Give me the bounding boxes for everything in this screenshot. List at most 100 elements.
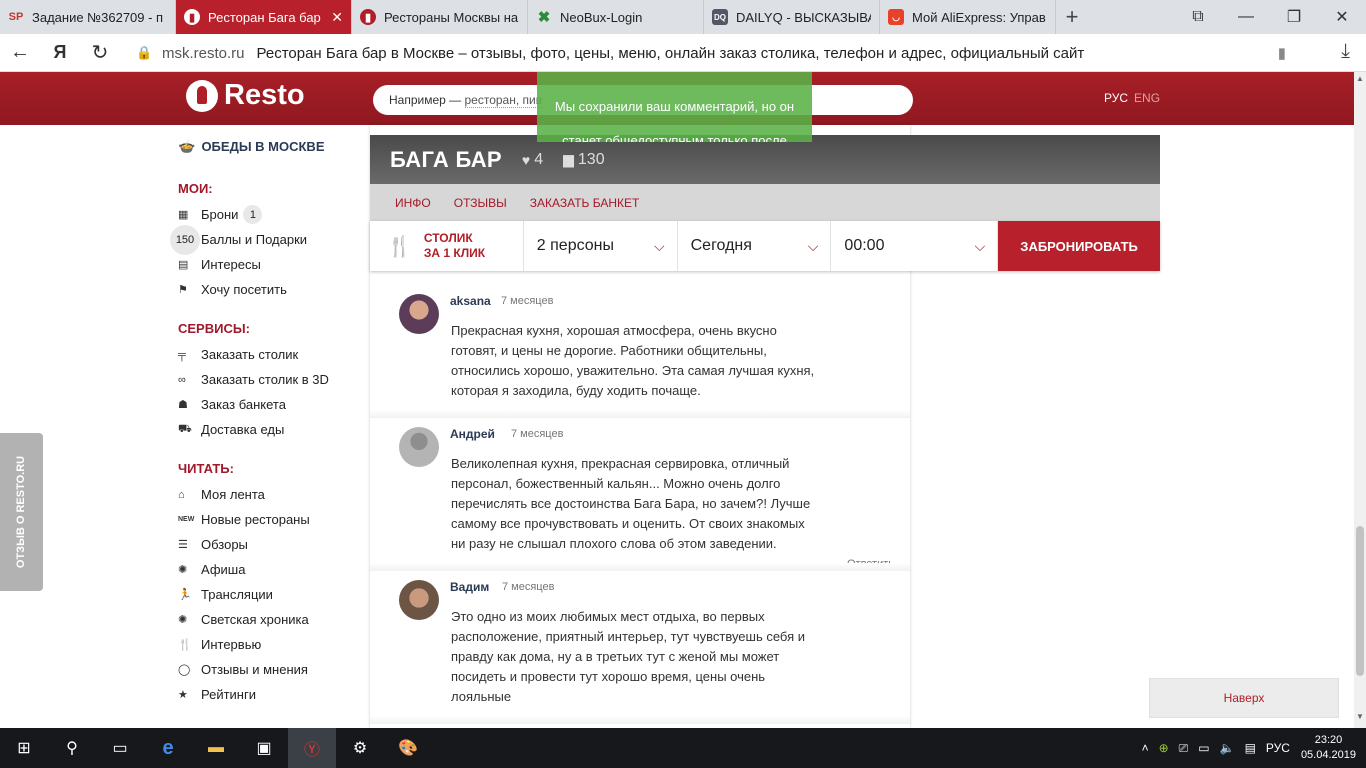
tab-reviews[interactable]: ОТЗЫВЫ: [454, 196, 507, 210]
volume-icon[interactable]: 🔈: [1220, 741, 1235, 755]
lang-en[interactable]: ENG: [1134, 91, 1160, 105]
file-explorer-icon[interactable]: ▬: [192, 728, 240, 768]
restaurant-header: БАГА БАР ♥ 4 ▆ 130: [370, 135, 1160, 184]
yandex-browser-icon[interactable]: Ⓨ: [288, 728, 336, 768]
scroll-up-icon[interactable]: ▲: [1356, 74, 1364, 83]
sidebar-item-interview[interactable]: 🍴 Интервью: [178, 632, 358, 657]
sidebar-item-label: Афиша: [201, 562, 246, 577]
browser-tab[interactable]: DQ DAILYQ - ВЫСКАЗЫВАН: [704, 0, 880, 34]
review-time: 7 месяцев: [502, 581, 555, 593]
browser-tab-active[interactable]: ▮ Ресторан Бага бар ✕: [176, 0, 352, 34]
sidebar-item-points[interactable]: 150 Баллы и Подарки: [170, 224, 358, 255]
date-value: Сегодня: [690, 237, 752, 254]
resto-logo[interactable]: Resto: [186, 79, 305, 112]
avatar[interactable]: [399, 580, 439, 620]
scrollbar-thumb[interactable]: [1356, 526, 1364, 676]
sidebar-item-new-restaurants[interactable]: NEW Новые рестораны: [178, 507, 358, 532]
input-language[interactable]: РУС: [1266, 741, 1290, 755]
table-icon: ╤: [178, 348, 186, 361]
sidebar-item-banquet[interactable]: ☗ Заказ банкета: [178, 392, 358, 417]
tab-info[interactable]: ИНФО: [395, 196, 431, 210]
paint-icon[interactable]: 🎨: [384, 728, 432, 768]
browser-tab[interactable]: ✖ NeoBux-Login: [528, 0, 704, 34]
review-author[interactable]: aksana: [450, 294, 491, 308]
lang-ru[interactable]: РУС: [1104, 91, 1128, 105]
browser-tab[interactable]: ▮ Рестораны Москвы на: [352, 0, 528, 34]
language-switcher: РУС ENG: [1104, 91, 1160, 105]
back-icon[interactable]: ←: [0, 34, 40, 72]
bookmarks-panel-icon[interactable]: ⧉: [1174, 0, 1222, 34]
sidebar-item-broadcasts[interactable]: 🏃 Трансляции: [178, 582, 358, 607]
review-item: aksana 7 месяцев Прекрасная кухня, хорош…: [370, 294, 910, 404]
sidebar-item-interests[interactable]: ▤ Интересы: [178, 252, 358, 277]
review-author[interactable]: Вадим: [450, 580, 489, 594]
sidebar-item-bookings[interactable]: ▦ Брони 1: [178, 202, 358, 227]
glasses-icon: ∞: [178, 373, 186, 386]
new-tab-button[interactable]: +: [1056, 0, 1088, 34]
date-select[interactable]: Сегодня ⌵: [678, 221, 832, 271]
settings-gear-icon[interactable]: ⚙: [336, 728, 384, 768]
persons-select[interactable]: 2 персоны ⌵: [524, 221, 678, 271]
sidebar-item-book-3d[interactable]: ∞ Заказать столик в 3D: [178, 367, 358, 392]
search-examples[interactable]: ресторан, пив: [464, 93, 543, 108]
review-author[interactable]: Андрей: [450, 427, 495, 441]
sidebar-item-reviews[interactable]: ☰ Обзоры: [178, 532, 358, 557]
download-icon[interactable]: ⤓: [1341, 40, 1350, 63]
notification-icon[interactable]: ▤: [1245, 741, 1256, 755]
count-badge: 1: [243, 205, 263, 224]
display-icon[interactable]: ▭: [1198, 741, 1209, 755]
close-window-icon[interactable]: ✕: [1318, 0, 1366, 34]
sidebar-item-label: Заказать столик: [201, 347, 299, 362]
minimize-icon[interactable]: —: [1222, 0, 1270, 34]
sidebar-item-label: Заказать столик в 3D: [201, 372, 329, 387]
chevron-down-icon: ⌵: [974, 237, 986, 254]
bookmark-icon[interactable]: ▮: [1278, 44, 1286, 62]
sidebar-item-delivery[interactable]: ⛟ Доставка еды: [178, 417, 358, 442]
likes-stat[interactable]: ♥ 4: [522, 151, 543, 169]
sidebar-item-chronicle[interactable]: ✺ Светская хроника: [178, 607, 358, 632]
section-title-services: СЕРВИСЫ:: [178, 321, 250, 336]
lunch-link[interactable]: 🍲 ОБЕДЫ В МОСКВЕ: [178, 138, 358, 155]
task-view-icon[interactable]: ▭: [96, 728, 144, 768]
sidebar-item-opinions[interactable]: ◯ Отзывы и мнения: [178, 657, 358, 682]
close-tab-icon[interactable]: ✕: [331, 9, 343, 26]
yandex-button[interactable]: Я: [40, 34, 80, 72]
tab-banquet[interactable]: ЗАКАЗАТЬ БАНКЕТ: [530, 196, 640, 210]
browser-tab[interactable]: ◡ Мой AliExpress: Управ: [880, 0, 1056, 34]
resto-logo-icon: [186, 79, 218, 112]
document-icon: ▤: [178, 259, 189, 271]
network-icon[interactable]: ⎚: [1179, 741, 1189, 756]
sidebar-item-afisha[interactable]: ✺ Афиша: [178, 557, 358, 582]
book-button[interactable]: ЗАБРОНИРОВАТЬ: [998, 221, 1160, 271]
reload-icon[interactable]: ↻: [80, 34, 120, 72]
sidebar-item-ratings[interactable]: ★ Рейтинги: [178, 682, 358, 707]
app-tray-icon[interactable]: ⊕: [1159, 741, 1169, 755]
back-to-top-button[interactable]: Наверх: [1149, 678, 1339, 718]
time-select[interactable]: 00:00 ⌵: [831, 221, 999, 271]
sidebar-item-label: Новые рестораны: [201, 512, 310, 527]
scroll-down-icon[interactable]: ▼: [1356, 712, 1364, 721]
edge-browser-icon[interactable]: e: [144, 728, 192, 768]
sidebar-item-book-table[interactable]: ╤ Заказать столик: [178, 342, 358, 367]
store-icon[interactable]: ▣: [240, 728, 288, 768]
avatar[interactable]: [399, 427, 439, 467]
sidebar-item-label: Брони: [201, 207, 239, 222]
clock[interactable]: 23:20 05.04.2019: [1301, 733, 1356, 763]
show-hidden-icons-icon[interactable]: ˄: [1142, 741, 1149, 755]
quick-line2: ЗА 1 КЛИК: [423, 246, 486, 260]
avatar[interactable]: [399, 294, 439, 334]
tab-title: NeoBux-Login: [560, 9, 643, 25]
browser-tab[interactable]: SP Задание №362709 - п: [0, 0, 176, 34]
comments-stat[interactable]: ▆ 130: [563, 151, 604, 169]
search-icon[interactable]: ⚲: [48, 728, 96, 768]
sidebar-item-want-to-visit[interactable]: ⚑ Хочу посетить: [178, 277, 358, 302]
restore-icon[interactable]: ❐: [1270, 0, 1318, 34]
sidebar-item-feed[interactable]: ⌂ Моя лента: [178, 482, 358, 507]
divider: [370, 563, 910, 571]
page-scrollbar[interactable]: ▲ ▼: [1354, 72, 1366, 728]
comment-icon: ▆: [563, 151, 574, 167]
windows-start-icon[interactable]: ⊞: [0, 728, 48, 768]
tab-title: Задание №362709 - п: [32, 9, 164, 25]
url-field[interactable]: 🔒 msk.resto.ru Ресторан Бага бар в Москв…: [136, 38, 1300, 68]
feedback-tab[interactable]: ОТЗЫВ О RESTO.RU: [0, 433, 43, 591]
